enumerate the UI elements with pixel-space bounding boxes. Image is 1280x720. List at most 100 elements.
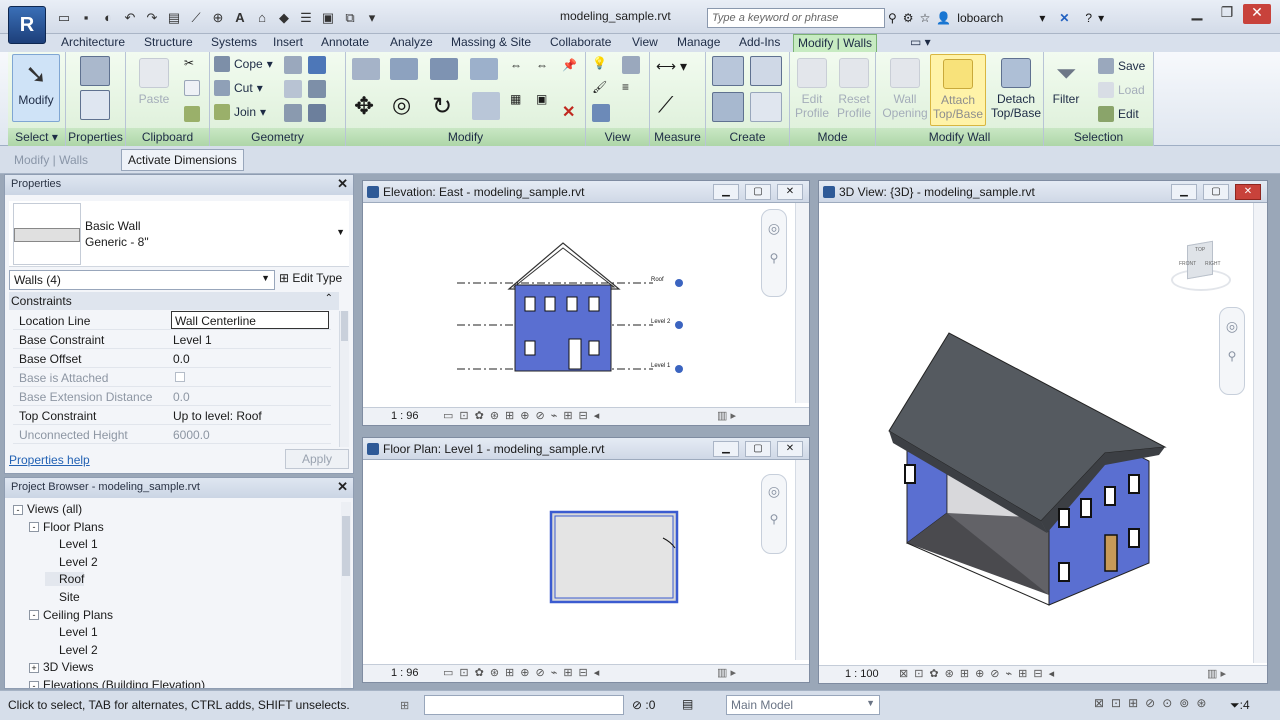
switch-windows-icon[interactable]: ⧉ [340,9,360,27]
load-selection-button[interactable]: Load [1098,80,1145,100]
floor-plan-canvas[interactable] [363,460,793,662]
demolish-icon[interactable] [308,80,326,98]
property-row[interactable]: Base Constraint Level 1 [13,330,331,349]
tab-annotate[interactable]: Annotate [317,34,373,52]
panel-label-select[interactable]: Select ▾ [8,128,65,146]
view-scale[interactable]: 1 : 96 [391,410,419,422]
minimize-view-button[interactable]: ▁ [1171,184,1197,200]
tree-item[interactable]: Level 1 [45,537,98,551]
thin-lines-icon[interactable]: ☰ [296,9,316,27]
zoom-icon[interactable]: ⚲ [762,512,786,526]
subscription-icon[interactable]: ⚙ [903,11,914,25]
modify-button[interactable]: ➘ Modify [12,54,60,122]
exchange-icon[interactable]: ✕ [1059,11,1069,25]
tree-item[interactable]: - Views (all) [13,502,82,516]
scale-icon[interactable]: ▣ [536,92,554,110]
redo-icon[interactable]: ↷ [142,9,162,27]
restore-window-button[interactable]: ❐ [1213,4,1241,24]
steering-wheel-icon[interactable]: ◎ [762,220,786,237]
mirror-draw-axis-icon[interactable] [470,58,498,80]
trim-extend-icon[interactable] [472,92,500,120]
linework-icon[interactable]: ≡ [622,80,640,98]
measure-icon[interactable]: ⟋ [186,9,206,27]
paste-button[interactable]: Paste [130,54,178,126]
property-value[interactable]: 6000.0 [173,428,210,442]
tab-massing-site[interactable]: Massing & Site [447,34,535,52]
customize-qat-icon[interactable]: ▾ [362,9,382,27]
tab-architecture[interactable]: Architecture [57,34,129,52]
maximize-view-button[interactable]: ▢ [745,184,771,200]
binoculars-icon[interactable]: ⚲ [888,11,897,25]
horizontal-scrollbar[interactable]: ▥ ▸ [717,409,736,422]
instance-filter-dropdown[interactable]: Walls (4) ▼ [9,270,275,290]
move-icon[interactable]: ✥ [354,92,382,120]
expand-icon[interactable]: + [29,663,39,674]
align-icon[interactable] [352,58,380,80]
attach-top-base-button[interactable]: Attach Top/Base [930,54,986,126]
property-row[interactable]: Location Line Wall Centerline [13,311,331,330]
properties-scrollbar[interactable] [339,311,349,447]
steering-wheel-icon[interactable]: ◎ [762,483,786,500]
constraints-group-header[interactable]: Constraints ⌃ [9,292,339,310]
undo-icon[interactable]: ↶ [120,9,140,27]
horizontal-scrollbar[interactable]: ▥ ▸ [717,666,736,679]
rotate-icon[interactable]: ↻ [432,92,460,120]
worksharing-icon[interactable]: ⊞ [400,699,409,712]
3d-vertical-scrollbar[interactable] [1253,203,1267,663]
close-view-button[interactable]: ✕ [1235,184,1261,200]
chevron-down-icon[interactable]: ▾ [1098,11,1104,25]
tree-item[interactable]: +3D Views [29,660,93,674]
apply-button[interactable]: Apply [285,449,349,469]
wall-joins-icon[interactable] [284,80,302,98]
collapse-icon[interactable]: - [13,504,23,515]
remove-paint-icon[interactable] [284,104,302,122]
tree-item[interactable]: Level 1 [45,625,98,639]
project-browser-scrollbar[interactable] [341,502,351,688]
property-value[interactable]: Up to level: Roof [173,409,262,423]
help-search-input[interactable]: Type a keyword or phrase [707,8,885,28]
favorites-star-icon[interactable]: ☆ [920,11,931,25]
measure-between-icon[interactable]: ⟷ ▾ [656,58,696,76]
close-view-button[interactable]: ✕ [777,184,803,200]
reset-profile-button[interactable]: Reset Profile [832,54,876,126]
paintbrush-icon[interactable]: 🖌 [592,80,610,98]
property-row[interactable]: Base Extension Distance 0.0 [13,387,331,406]
print-icon[interactable]: ▤ [164,9,184,27]
save-selection-button[interactable]: Save [1098,56,1145,76]
view-control-icons[interactable]: ⊠⊡✿⊛⊞⊕⊘⌁⊞⊟◂ [899,667,1060,680]
detach-top-base-button[interactable]: Detach Top/Base [988,54,1044,126]
create-group-icon[interactable] [712,92,744,122]
text-icon[interactable]: A [230,9,250,27]
offset-icon[interactable] [390,58,418,80]
elevation-vertical-scrollbar[interactable] [795,203,809,403]
join-button[interactable]: Join ▾ [214,102,266,122]
view-cube[interactable]: FRONT RIGHT TOP [1165,239,1235,295]
create-parts-icon[interactable] [750,56,782,86]
maximize-view-button[interactable]: ▢ [1203,184,1229,200]
split-gap-icon[interactable]: ⇔ [536,58,554,76]
view-control-icons[interactable]: ▭⊡✿⊛⊞⊕⊘⌁⊞⊟◂ [443,409,605,422]
tree-item[interactable]: Site [45,590,80,604]
property-value[interactable]: 0.0 [173,352,190,366]
filter-count[interactable]: ⏷:4 [1230,698,1250,713]
collapse-icon[interactable]: - [29,522,39,533]
properties-palette-icon[interactable] [80,90,110,120]
property-value[interactable]: 0.0 [173,390,190,404]
sync-icon[interactable]: ◐ [98,9,118,27]
close-view-button[interactable]: ✕ [777,441,803,457]
property-row[interactable]: Unconnected Height 6000.0 [13,425,331,444]
property-row[interactable]: Top Constraint Up to level: Roof [13,406,331,425]
tab-view[interactable]: View [628,34,662,52]
minimize-view-button[interactable]: ▁ [713,184,739,200]
tab-analyze[interactable]: Analyze [386,34,437,52]
elevation-canvas[interactable] [363,203,793,405]
3d-view-title[interactable]: 3D View: {3D} - modeling_sample.rvt ▁ ▢ ✕ [819,181,1267,203]
copy-element-icon[interactable]: ◎ [392,92,420,120]
close-icon[interactable]: ✕ [337,479,348,495]
application-menu-button[interactable]: R [8,6,46,44]
tree-item[interactable]: Level 2 [45,643,98,657]
chevron-down-icon[interactable]: ▾ [1039,11,1045,25]
lightbulb-icon[interactable]: 💡 [592,56,610,74]
minimize-view-button[interactable]: ▁ [713,441,739,457]
pin-icon[interactable]: 📌 [562,58,580,76]
